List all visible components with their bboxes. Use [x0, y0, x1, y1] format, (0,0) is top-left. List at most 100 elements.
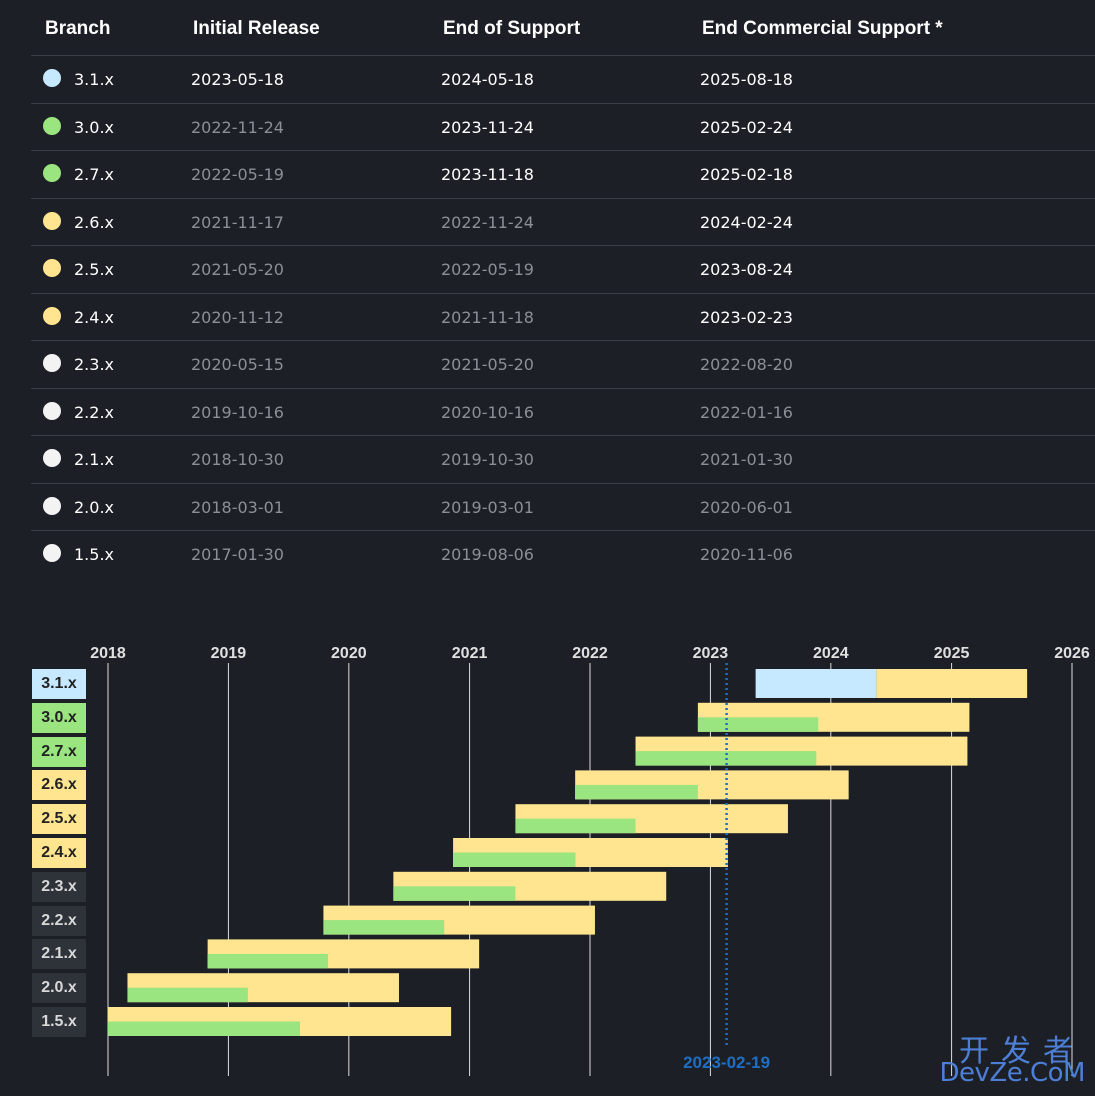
table-row: 2.5.x 2021-05-20 2022-05-19 2023-08-24 — [31, 246, 1095, 294]
branch-label: 2.4.x — [32, 838, 86, 868]
branch-label: 2.7.x — [32, 736, 86, 767]
cell-ecs: 2022-01-16 — [700, 402, 793, 422]
bar-commercial-support-3.1.x — [876, 669, 1028, 698]
cell-eos: 2019-03-01 — [441, 497, 534, 517]
status-dot — [43, 354, 61, 372]
cell-initial: 2017-01-30 — [191, 545, 284, 564]
release-table: Branch Initial Release End of Support En… — [31, 6, 1095, 579]
cell-eos: 2020-10-16 — [441, 402, 534, 422]
branch-label: 2.6.x — [32, 770, 86, 801]
cell-initial: 2021-05-20 — [191, 260, 284, 279]
status-dot — [43, 449, 61, 467]
status-dot — [43, 164, 61, 182]
cell-eos: 2022-11-24 — [441, 212, 534, 232]
year-tick-label: 2025 — [934, 645, 970, 662]
header-end-of-support: End of Support — [443, 18, 581, 39]
year-tick-label: 2022 — [572, 645, 608, 662]
table-row: 2.6.x 2021-11-17 2022-11-24 2024-02-24 — [31, 199, 1095, 246]
table-row: 2.7.x 2022-05-19 2023-11-18 2025-02-18 — [31, 151, 1095, 199]
branch-name: 2.3.x — [74, 355, 114, 374]
table-header: Branch Initial Release End of Support En… — [31, 6, 1095, 56]
branch-name: 2.6.x — [74, 212, 114, 232]
branch-label: 2.5.x — [32, 804, 86, 835]
status-dot — [43, 544, 61, 562]
bar-oss-support-2.2.x — [323, 920, 445, 935]
year-tick-label: 2019 — [211, 645, 247, 662]
cell-eos: 2023-11-24 — [441, 117, 534, 137]
branch-name: 2.0.x — [74, 497, 114, 517]
cell-eos: 2021-05-20 — [441, 355, 534, 374]
release-timeline-chart: 2018 2019 2020 2021 2022 2023 2024 2025 2026 2023… — [0, 600, 1095, 1096]
branch-label: 3.0.x — [32, 702, 86, 733]
branch-name: 2.1.x — [74, 450, 114, 469]
cell-ecs: 2023-02-23 — [700, 307, 793, 327]
header-branch: Branch — [45, 18, 111, 39]
status-dot — [43, 496, 61, 515]
watermark-logo: 开发者 DevZe.CoM — [935, 1026, 1086, 1090]
cell-initial: 2018-10-30 — [191, 450, 284, 469]
table-body: 3.1.x 2023-05-18 2024-05-18 2025-08-18 3.0.x… — [31, 56, 1095, 579]
cell-initial: 2020-05-15 — [191, 355, 284, 374]
cell-initial: 2022-11-24 — [191, 117, 284, 137]
table-row: 2.4.x 2020-11-12 2021-11-18 2023-02-23 — [31, 294, 1095, 341]
cell-ecs: 2023-08-24 — [700, 260, 793, 279]
cell-initial: 2019-10-16 — [191, 402, 284, 422]
cell-ecs: 2020-11-06 — [700, 545, 793, 564]
bar-oss-support-2.4.x — [453, 852, 576, 867]
status-dot — [43, 401, 61, 420]
year-tick-label: 2018 — [90, 645, 126, 662]
timeline-svg: 2018 2019 2020 2021 2022 2023 2024 2025 2026 2023… — [90, 645, 1090, 1076]
year-tick-label: 2024 — [813, 645, 849, 662]
cell-eos: 2019-08-06 — [441, 545, 534, 564]
bar-oss-support-2.0.x — [127, 987, 248, 1003]
cell-ecs: 2024-02-24 — [700, 212, 793, 232]
branch-name: 1.5.x — [74, 545, 114, 564]
cell-eos: 2024-05-18 — [441, 70, 534, 89]
cell-ecs: 2020-06-01 — [700, 497, 793, 517]
today-marker-label: 2023-02-19 — [683, 1053, 770, 1072]
bar-oss-support-2.5.x — [515, 818, 636, 834]
table-row: 2.1.x 2018-10-30 2019-10-30 2021-01-30 — [31, 436, 1095, 484]
table-row: 1.5.x 2017-01-30 2019-08-06 2020-11-06 — [31, 531, 1095, 579]
bar-oss-support-1.5.x — [108, 1021, 301, 1036]
bar-oss-support-2.1.x — [207, 953, 329, 969]
bar-oss-support-3.1.x — [755, 669, 877, 698]
branch-label: 2.2.x — [32, 905, 86, 936]
cell-initial: 2018-03-01 — [191, 497, 284, 517]
table-row: 2.3.x 2020-05-15 2021-05-20 2022-08-20 — [31, 341, 1095, 389]
cell-ecs: 2025-02-24 — [700, 117, 793, 137]
table-row: 2.0.x 2018-03-01 2019-03-01 2020-06-01 — [31, 484, 1095, 531]
branch-label: 3.1.x — [32, 669, 86, 699]
status-dot — [43, 211, 61, 230]
table-row: 3.1.x 2023-05-18 2024-05-18 2025-08-18 — [31, 56, 1095, 104]
cell-eos: 2023-11-18 — [441, 165, 534, 184]
branch-name: 2.5.x — [74, 260, 114, 279]
cell-ecs: 2022-08-20 — [700, 355, 793, 374]
header-end-commercial-support: End Commercial Support * — [702, 18, 943, 39]
status-dot — [43, 116, 61, 135]
cell-ecs: 2025-02-18 — [700, 165, 793, 184]
bar-oss-support-2.3.x — [393, 886, 516, 901]
branch-name: 2.4.x — [74, 307, 114, 327]
branch-label: 1.5.x — [32, 1007, 86, 1037]
watermark-en: DevZe.CoM — [939, 1058, 1086, 1088]
cell-ecs: 2021-01-30 — [700, 450, 793, 469]
status-dot — [43, 69, 61, 87]
cell-eos: 2021-11-18 — [441, 307, 534, 327]
cell-initial: 2021-11-17 — [191, 212, 284, 232]
bar-oss-support-2.6.x — [575, 784, 698, 800]
branch-label: 2.0.x — [32, 973, 86, 1004]
branch-name: 2.7.x — [74, 165, 114, 184]
status-dot — [43, 259, 61, 277]
header-initial-release: Initial Release — [193, 18, 320, 39]
branch-name: 3.0.x — [74, 117, 114, 137]
cell-eos: 2022-05-19 — [441, 260, 534, 279]
branch-label: 2.3.x — [32, 871, 86, 902]
branch-name: 2.2.x — [74, 402, 114, 422]
cell-eos: 2019-10-30 — [441, 450, 534, 469]
year-tick-label: 2023 — [693, 645, 729, 662]
cell-ecs: 2025-08-18 — [700, 70, 793, 89]
branch-label: 2.1.x — [32, 939, 86, 970]
year-tick-label: 2020 — [331, 645, 367, 662]
branch-name: 3.1.x — [74, 70, 114, 89]
